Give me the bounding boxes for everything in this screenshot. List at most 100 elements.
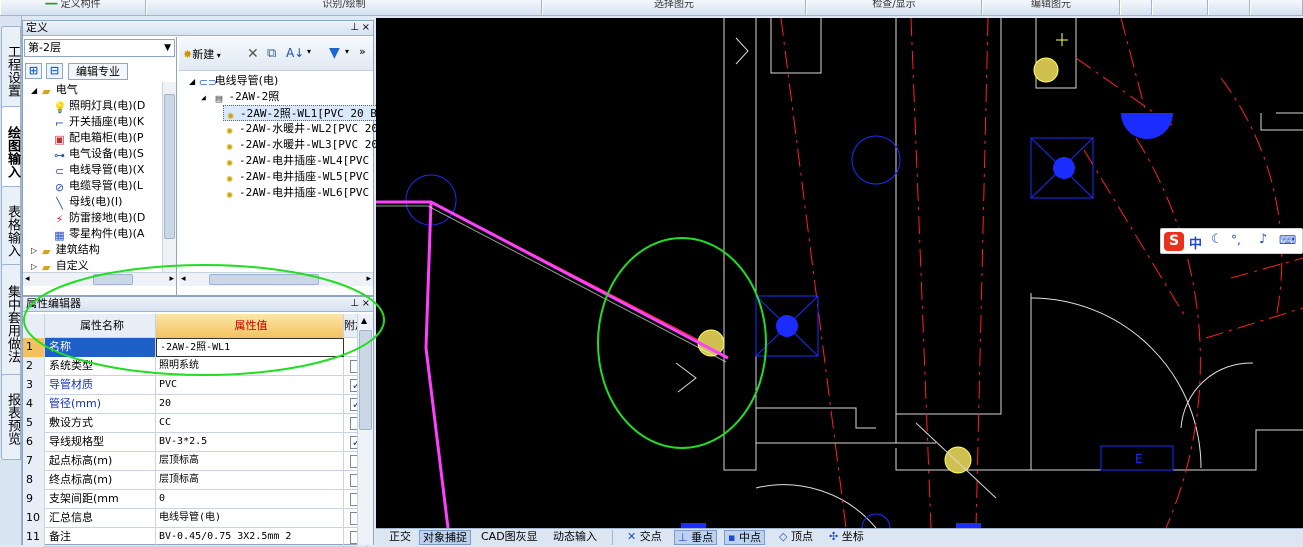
property-value[interactable]: 0 <box>156 490 344 509</box>
delete-icon[interactable]: ✕ <box>247 46 259 62</box>
type-tree-label: 防雷接地(电)(D <box>69 211 146 224</box>
type-tree-item[interactable]: ⚡ 防雷接地(电)(D <box>53 210 146 226</box>
midpoint-icon: ▪ <box>728 531 736 544</box>
property-name: 备注 <box>45 528 156 547</box>
toolbar-group-identify[interactable]: 识别/绘制 <box>146 0 542 15</box>
chevron-down-icon: ▼ <box>164 43 171 53</box>
property-row[interactable]: 7 起点标高(m) 层顶标高 <box>23 452 368 471</box>
floor-select[interactable]: 第-2层 ▼ <box>24 39 175 57</box>
expand-arrow-icon[interactable]: ▷ <box>31 246 40 255</box>
property-value[interactable]: BV-0.45/0.75 3X2.5mm 2 <box>156 528 344 547</box>
toolbar-button-d[interactable] <box>1250 0 1303 15</box>
property-row[interactable]: 5 敷设方式 CC <box>23 414 368 433</box>
pin-icon[interactable]: ⊥ <box>350 21 359 35</box>
sort-dropdown-icon[interactable]: ▾ <box>307 47 311 56</box>
type-tree-item[interactable]: ⊶ 电气设备(电)(S <box>53 146 144 162</box>
component-item[interactable]: ✺ -2AW-水暖井-WL3[PVC 20 <box>223 137 378 153</box>
microphone-icon[interactable]: ♪ <box>1259 232 1267 247</box>
component-item[interactable]: ✺ -2AW-2照-WL1[PVC 20 BV <box>223 105 385 122</box>
filter-dropdown-icon[interactable]: ▾ <box>345 47 349 56</box>
type-tree-label: 零星构件(电)(A <box>69 227 145 240</box>
toolbar-button-c[interactable] <box>1208 0 1250 15</box>
snap-intersection[interactable]: ✕ 交点 <box>624 530 665 545</box>
property-row[interactable]: 10 汇总信息 电线导管(电) <box>23 509 368 528</box>
object-snap-toggle[interactable]: 对象捕捉 <box>419 530 471 545</box>
component-item[interactable]: ✺ -2AW-电井插座-WL5[PVC <box>223 169 369 185</box>
close-icon[interactable]: × <box>362 21 370 35</box>
scrollbar-thumb[interactable] <box>164 94 175 239</box>
copy-icon[interactable]: ⧉ <box>267 46 276 61</box>
more-icon[interactable]: » <box>359 45 366 58</box>
component-gear-icon: ✺ <box>226 156 233 169</box>
property-row[interactable]: 4管径(mm)20✓ <box>23 395 368 414</box>
property-row[interactable]: 6导线规格型BV-3*2.5✓ <box>23 433 368 452</box>
filter-icon[interactable]: ▼ <box>329 45 340 61</box>
punctuation-icon[interactable]: °, <box>1231 233 1241 247</box>
snap-midpoint[interactable]: ▪ 中点 <box>724 530 765 545</box>
type-tree-item[interactable]: ▷ ▰ 建筑结构 <box>31 242 100 258</box>
property-row[interactable]: 8 终点标高(m) 层顶标高 <box>23 471 368 490</box>
component-tree-group[interactable]: ◢ ▤ -2AW-2照 <box>201 89 279 105</box>
property-row[interactable]: 11 备注 BV-0.45/0.75 3X2.5mm 2 <box>23 528 368 547</box>
sort-icon[interactable]: A↓ <box>286 46 304 60</box>
toolbar-group-define[interactable]: ━━ 定义构件 <box>0 0 146 15</box>
property-value[interactable]: 层顶标高 <box>156 452 344 471</box>
expand-all-button[interactable]: ⊞ <box>25 63 42 79</box>
document-icon: ▤ <box>215 92 223 105</box>
ortho-toggle[interactable]: 正交 <box>386 530 414 545</box>
property-value[interactable]: 电线导管(电) <box>156 509 344 528</box>
property-value[interactable]: 20 <box>156 395 344 414</box>
property-value[interactable]: CC <box>156 414 344 433</box>
definition-panel-title: 定义 <box>26 21 48 34</box>
keyboard-icon[interactable]: ⌨ <box>1279 233 1296 247</box>
tab-table-input[interactable]: 表格输入 <box>1 186 21 272</box>
tab-drawing-input[interactable]: 绘图输入 <box>1 106 21 194</box>
type-tree-label: 电气 <box>55 83 78 96</box>
component-item[interactable]: ✺ -2AW-电井插座-WL6[PVC <box>223 185 369 201</box>
type-tree-item[interactable]: ▣ 配电箱柜(电)(P <box>53 130 143 146</box>
tab-apply-method[interactable]: 集中套用做法 <box>1 264 21 380</box>
toolbar-button-a[interactable] <box>1120 0 1152 15</box>
type-tree-item[interactable]: ⊂ 电线导管(电)(X <box>53 162 145 178</box>
device-icon: ⊶ <box>54 149 65 162</box>
ime-mode[interactable]: 中 <box>1189 233 1202 252</box>
expand-arrow-icon[interactable]: ◢ <box>31 86 40 95</box>
divider <box>612 530 613 545</box>
toolbar-group-select[interactable]: 选择图元 <box>542 0 806 15</box>
type-tree-item[interactable]: ◢ ▰ 电气 <box>31 82 78 98</box>
component-item[interactable]: ✺ -2AW-电井插座-WL4[PVC <box>223 153 369 169</box>
dynamic-input-toggle[interactable]: 动态输入 <box>550 530 600 545</box>
property-value[interactable]: 层顶标高 <box>156 471 344 490</box>
toolbar-group-check[interactable]: 检查/显示 <box>806 0 982 15</box>
component-tree-root[interactable]: ◢ ⊂⊃电线导管(电) <box>189 73 278 89</box>
conduit-icon: ⊂⊃ <box>198 76 218 89</box>
collapse-all-button[interactable]: ⊟ <box>46 63 63 79</box>
moon-icon[interactable]: ☾ <box>1211 232 1223 247</box>
component-gear-icon: ✺ <box>226 124 233 137</box>
type-tree-item[interactable]: ⊘ 电缆导管(电)(L <box>53 178 143 194</box>
edit-specialty-button[interactable]: 编辑专业 <box>68 63 128 80</box>
type-tree-item[interactable]: 💡 照明灯具(电)(D <box>53 98 145 114</box>
toolbar-button-b[interactable] <box>1152 0 1208 15</box>
cad-gray-toggle[interactable]: CAD图灰显 <box>478 530 541 545</box>
tab-project-settings[interactable]: 工程设置 <box>1 26 21 112</box>
cad-canvas[interactable]: E <box>376 17 1303 543</box>
property-row[interactable]: 9 支架间距(mm 0 <box>23 490 368 509</box>
type-tree-scrollbar[interactable] <box>162 82 176 272</box>
component-item[interactable]: ✺ -2AW-水暖井-WL2[PVC 20 <box>223 121 378 137</box>
snap-coordinate[interactable]: ✣ 坐标 <box>826 530 867 545</box>
blue-half-circle <box>1121 113 1173 139</box>
ime-toolbar[interactable]: S 中 ☾ °, ♪ ⌨ <box>1160 228 1303 254</box>
snap-vertex[interactable]: ◇ 顶点 <box>776 530 816 545</box>
type-tree-item[interactable]: ╲ 母线(电)(I) <box>53 194 122 210</box>
toolbar-group-edit[interactable]: 编辑图元 <box>982 0 1120 15</box>
snap-perpendicular[interactable]: ⊥ 垂点 <box>674 530 718 545</box>
component-gear-icon: ✺ <box>226 172 233 185</box>
component-item-label: -2AW-2照-WL1[PVC 20 BV <box>240 107 384 120</box>
property-value[interactable]: BV-3*2.5 <box>156 433 344 452</box>
type-tree-item[interactable]: ▦ 零星构件(电)(A <box>53 226 144 242</box>
type-tree-item[interactable]: ⌐ 开关插座(电)(K <box>53 114 144 130</box>
new-button[interactable]: ✸新建 ▾ <box>183 47 221 63</box>
plus-icon: ⊞ <box>28 64 39 77</box>
tab-report-preview[interactable]: 报表预览 <box>1 374 21 460</box>
